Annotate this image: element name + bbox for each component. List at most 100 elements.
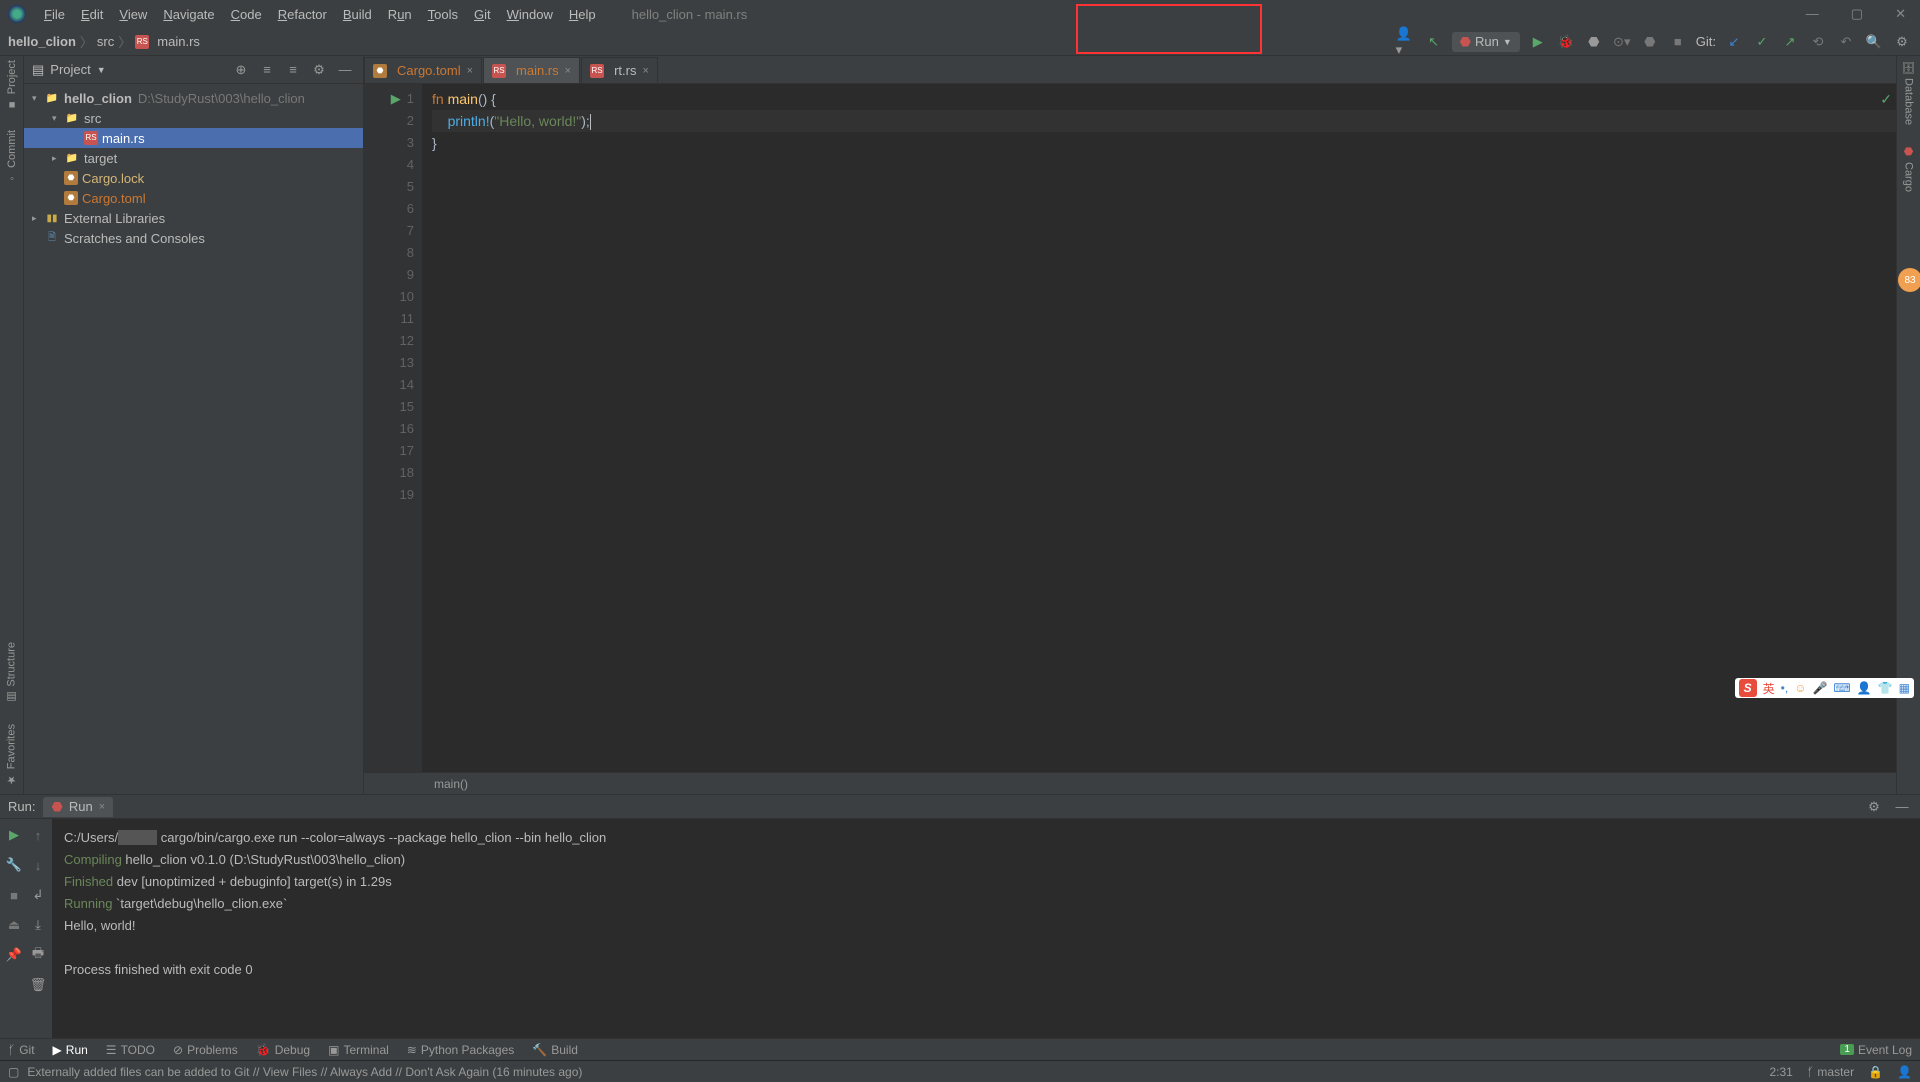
close-tab-icon[interactable]: ×	[99, 801, 105, 813]
lock-icon[interactable]: 🔒	[1868, 1065, 1883, 1079]
scroll-end-icon[interactable]: ⤓	[28, 915, 48, 935]
breadcrumb[interactable]: hello_clion 〉 src 〉 RS main.rs	[8, 32, 200, 51]
run-configuration-selector[interactable]: ⬣ Run ▼	[1452, 32, 1520, 52]
rerun-button[interactable]: ▶	[4, 825, 24, 845]
build-hammer-icon[interactable]: ↖	[1424, 32, 1444, 52]
breadcrumb-file[interactable]: main.rs	[157, 34, 200, 49]
bottom-tab-todo[interactable]: ☰TODO	[106, 1043, 155, 1057]
panel-settings-icon[interactable]: ⚙	[309, 60, 329, 80]
user-icon[interactable]: 👤▾	[1396, 32, 1416, 52]
tree-node-src[interactable]: ▾ 📁 src	[24, 108, 363, 128]
editor-body[interactable]: ▶1 2 3 4 5 6 7 8 9 10 11 12 13 14 15 16 …	[364, 84, 1896, 772]
tree-node-root[interactable]: ▾ 📁 hello_clion D:\StudyRust\003\hello_c…	[24, 88, 363, 108]
menu-file[interactable]: File	[36, 7, 73, 22]
locate-file-icon[interactable]: ⊕	[231, 60, 251, 80]
hide-panel-icon[interactable]: —	[335, 60, 355, 80]
ime-punct-icon[interactable]: •,	[1781, 681, 1789, 695]
attach-button[interactable]: ⬣	[1640, 32, 1660, 52]
tree-node-scratches[interactable]: 🗎 Scratches and Consoles	[24, 228, 363, 248]
editor-tab-main-rs[interactable]: RS main.rs ×	[483, 57, 580, 83]
ime-skin-icon[interactable]: 👕	[1878, 681, 1893, 695]
menu-refactor[interactable]: Refactor	[270, 7, 335, 22]
right-tab-cargo[interactable]: ⬣Cargo	[1902, 145, 1915, 192]
run-panel-settings-icon[interactable]: ⚙	[1864, 797, 1884, 817]
minimize-button[interactable]: —	[1800, 6, 1825, 22]
git-push-icon[interactable]: ↗	[1780, 32, 1800, 52]
print-icon[interactable]: 🖶	[28, 945, 48, 965]
menu-window[interactable]: Window	[499, 7, 561, 22]
trash-icon[interactable]: 🗑	[28, 975, 48, 995]
settings-icon[interactable]: ⚙	[1892, 32, 1912, 52]
expand-all-icon[interactable]: ≡	[257, 60, 277, 80]
coverage-button[interactable]: ⬣	[1584, 32, 1604, 52]
up-arrow-icon[interactable]: ↑	[28, 825, 48, 845]
editor-breadcrumb[interactable]: main()	[364, 772, 1896, 794]
ime-keyboard-icon[interactable]: ⌨	[1833, 681, 1850, 695]
search-everywhere-icon[interactable]: 🔍	[1864, 32, 1884, 52]
bottom-tab-git[interactable]: ᚶGit	[8, 1043, 35, 1057]
git-history-icon[interactable]: ⟲	[1808, 32, 1828, 52]
menu-view[interactable]: View	[111, 7, 155, 22]
inspector-icon[interactable]: 👤	[1897, 1065, 1912, 1079]
close-tab-icon[interactable]: ×	[565, 65, 571, 77]
down-arrow-icon[interactable]: ↓	[28, 855, 48, 875]
inspection-ok-icon[interactable]: ✓	[1880, 88, 1892, 110]
tool-window-toggle-icon[interactable]: ▢	[8, 1065, 19, 1079]
exit-icon[interactable]: ⏏	[4, 915, 24, 935]
ime-toolbox-icon[interactable]: ▦	[1899, 681, 1910, 695]
left-tab-favorites[interactable]: ★Favorites	[5, 724, 18, 786]
soft-wrap-icon[interactable]: ↲	[28, 885, 48, 905]
bottom-tab-problems[interactable]: ⊘Problems	[173, 1043, 238, 1057]
git-commit-icon[interactable]: ✓	[1752, 32, 1772, 52]
tree-node-cargo-toml[interactable]: ⬣ Cargo.toml	[24, 188, 363, 208]
branch-indicator[interactable]: ᚶ master	[1807, 1065, 1854, 1079]
tree-node-target[interactable]: ▸ 📁 target	[24, 148, 363, 168]
bottom-tab-build[interactable]: 🔨Build	[532, 1043, 578, 1057]
wrench-icon[interactable]: 🔧	[4, 855, 24, 875]
run-button[interactable]: ▶	[1528, 32, 1548, 52]
git-rollback-icon[interactable]: ↶	[1836, 32, 1856, 52]
menu-tools[interactable]: Tools	[420, 7, 466, 22]
bottom-tab-terminal[interactable]: ▣Terminal	[328, 1043, 389, 1057]
tree-node-external-libraries[interactable]: ▸ ▮▮ External Libraries	[24, 208, 363, 228]
menu-code[interactable]: Code	[223, 7, 270, 22]
pin-icon[interactable]: 📌	[4, 945, 24, 965]
close-tab-icon[interactable]: ×	[642, 65, 648, 77]
menu-edit[interactable]: Edit	[73, 7, 111, 22]
menu-run[interactable]: Run	[380, 7, 420, 22]
run-tab[interactable]: ⬣ Run ×	[43, 797, 113, 817]
menu-git[interactable]: Git	[466, 7, 499, 22]
hide-panel-icon[interactable]: —	[1892, 797, 1912, 817]
maximize-button[interactable]: ▢	[1845, 6, 1869, 22]
ime-lang[interactable]: 英	[1763, 680, 1775, 697]
close-button[interactable]: ✕	[1889, 6, 1912, 22]
run-output[interactable]: C:/Users/xxxxxx cargo/bin/cargo.exe run …	[52, 819, 1920, 1038]
ime-emoji-icon[interactable]: ☺	[1794, 681, 1806, 695]
close-tab-icon[interactable]: ×	[467, 65, 473, 77]
debug-button[interactable]: 🐞	[1556, 32, 1576, 52]
breadcrumb-src[interactable]: src	[97, 34, 114, 49]
tree-node-cargo-lock[interactable]: ⬣ Cargo.lock	[24, 168, 363, 188]
code-area[interactable]: fn main() { println!("Hello, world!"); }…	[422, 84, 1896, 772]
bottom-tab-run[interactable]: ▶Run	[53, 1043, 88, 1057]
project-tree[interactable]: ▾ 📁 hello_clion D:\StudyRust\003\hello_c…	[24, 84, 363, 252]
profile-button[interactable]: ⊙▾	[1612, 32, 1632, 52]
menu-navigate[interactable]: Navigate	[155, 7, 222, 22]
editor-tab-rt-rs[interactable]: RS rt.rs ×	[581, 57, 658, 83]
bottom-tab-python[interactable]: ≋Python Packages	[407, 1043, 514, 1057]
tree-node-main-rs[interactable]: RS main.rs	[24, 128, 363, 148]
breadcrumb-root[interactable]: hello_clion	[8, 34, 76, 49]
project-view-selector[interactable]: ▤ Project ▼	[32, 62, 106, 78]
collapse-all-icon[interactable]: ≡	[283, 60, 303, 80]
left-tab-structure[interactable]: ▤Structure	[5, 642, 18, 704]
ime-user-icon[interactable]: 👤	[1857, 681, 1872, 695]
menu-build[interactable]: Build	[335, 7, 380, 22]
menu-help[interactable]: Help	[561, 7, 604, 22]
bottom-tab-debug[interactable]: 🐞Debug	[256, 1043, 310, 1057]
ime-mic-icon[interactable]: 🎤	[1812, 681, 1827, 695]
caret-position[interactable]: 2:31	[1770, 1065, 1793, 1079]
status-message[interactable]: Externally added files can be added to G…	[27, 1065, 582, 1079]
editor-gutter[interactable]: ▶1 2 3 4 5 6 7 8 9 10 11 12 13 14 15 16 …	[364, 84, 422, 772]
ime-toolbar[interactable]: S 英 •, ☺ 🎤 ⌨ 👤 👕 ▦	[1735, 678, 1914, 698]
left-tab-project[interactable]: ■Project	[6, 60, 18, 110]
